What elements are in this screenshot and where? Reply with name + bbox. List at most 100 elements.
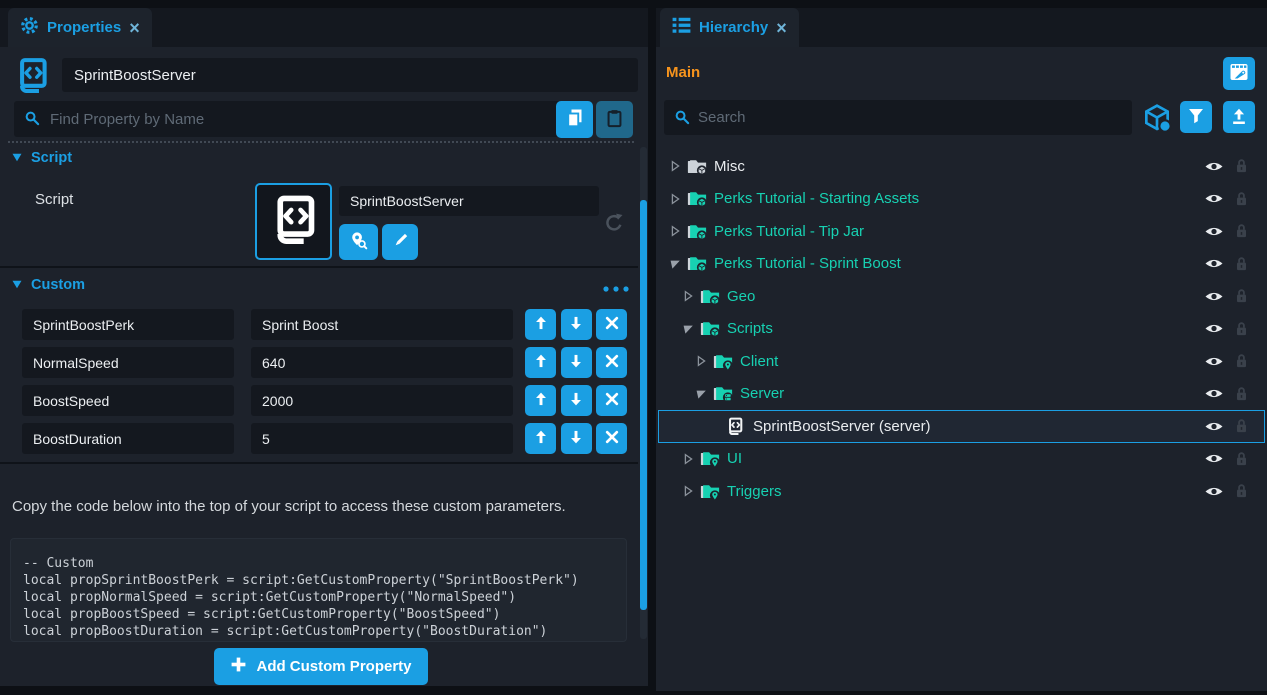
property-value-field[interactable]	[251, 309, 513, 340]
lock-icon[interactable]	[1232, 223, 1250, 239]
expand-arrow-icon[interactable]	[669, 225, 684, 237]
section-divider	[0, 462, 638, 464]
tree-row[interactable]: Perks Tutorial - Starting Assets	[658, 183, 1265, 216]
property-name-field[interactable]	[22, 423, 234, 454]
cube-icon[interactable]	[1142, 103, 1172, 138]
visibility-eye-icon[interactable]	[1204, 321, 1224, 336]
scrollbar-thumb[interactable]	[640, 200, 647, 610]
tree-row[interactable]: Client	[658, 345, 1265, 378]
lock-icon[interactable]	[1232, 158, 1250, 174]
visibility-eye-icon[interactable]	[1204, 386, 1224, 401]
move-up-button[interactable]	[525, 309, 556, 340]
visibility-eye-icon[interactable]	[1204, 451, 1224, 466]
move-up-button[interactable]	[525, 347, 556, 378]
lock-icon[interactable]	[1232, 483, 1250, 499]
tab-properties[interactable]: Properties ×	[8, 8, 152, 47]
expand-arrow-icon[interactable]	[682, 485, 697, 497]
close-icon[interactable]: ×	[129, 19, 140, 37]
script-thumbnail[interactable]	[255, 183, 332, 260]
script-field-label: Script	[35, 191, 73, 208]
tree-row[interactable]: Perks Tutorial - Sprint Boost	[658, 248, 1265, 281]
script-name-field[interactable]	[339, 186, 599, 216]
filter-button[interactable]	[1180, 101, 1212, 133]
edit-script-button[interactable]	[382, 224, 418, 260]
paste-properties-button[interactable]	[596, 101, 633, 138]
add-custom-property-button[interactable]: Add Custom Property	[214, 648, 428, 685]
delete-property-button[interactable]	[596, 309, 627, 340]
copy-properties-button[interactable]	[556, 101, 593, 138]
visibility-eye-icon[interactable]	[1204, 354, 1224, 369]
script-section-title: Script	[31, 150, 72, 166]
arrow-up-icon	[532, 428, 550, 449]
object-name-input[interactable]	[62, 58, 638, 92]
tree-row[interactable]: Triggers	[658, 475, 1265, 508]
property-name-field[interactable]	[22, 347, 234, 378]
tab-hierarchy[interactable]: Hierarchy ×	[660, 8, 799, 47]
hierarchy-search-input[interactable]	[664, 100, 1132, 135]
lock-icon[interactable]	[1232, 353, 1250, 369]
visibility-eye-icon[interactable]	[1204, 289, 1224, 304]
visibility-eye-icon[interactable]	[1204, 159, 1224, 174]
delete-property-button[interactable]	[596, 385, 627, 416]
scene-preview-button[interactable]	[1223, 57, 1255, 90]
folder-pin-icon	[700, 450, 720, 467]
tree-row[interactable]: UI	[658, 443, 1265, 476]
expand-arrow-icon[interactable]	[682, 290, 697, 302]
tree-row[interactable]: Scripts	[658, 313, 1265, 346]
tree-item-label: Geo	[727, 288, 755, 305]
move-down-button[interactable]	[561, 385, 592, 416]
close-icon[interactable]: ×	[776, 19, 787, 37]
visibility-eye-icon[interactable]	[1204, 256, 1224, 271]
scrollbar-track[interactable]	[640, 147, 647, 639]
property-name-field[interactable]	[22, 309, 234, 340]
property-value-field[interactable]	[251, 347, 513, 378]
lock-icon[interactable]	[1232, 451, 1250, 467]
lock-icon[interactable]	[1232, 288, 1250, 304]
visibility-eye-icon[interactable]	[1204, 484, 1224, 499]
tree-row[interactable]: Misc	[658, 150, 1265, 183]
move-to-top-button[interactable]	[1223, 101, 1255, 133]
more-options-icon[interactable]	[602, 280, 630, 298]
tree-row[interactable]: Server	[658, 378, 1265, 411]
lock-icon[interactable]	[1232, 191, 1250, 207]
property-name-field[interactable]	[22, 385, 234, 416]
expand-arrow-icon[interactable]	[669, 193, 684, 205]
tree-row[interactable]: Geo	[658, 280, 1265, 313]
lock-icon[interactable]	[1232, 418, 1250, 434]
tree-row[interactable]: Perks Tutorial - Tip Jar	[658, 215, 1265, 248]
hierarchy-tabbar: Hierarchy ×	[656, 8, 1267, 47]
delete-property-button[interactable]	[596, 423, 627, 454]
delete-property-button[interactable]	[596, 347, 627, 378]
visibility-eye-icon[interactable]	[1204, 419, 1224, 434]
pencil-icon	[392, 232, 409, 252]
move-up-button[interactable]	[525, 385, 556, 416]
folder-cube-icon	[700, 320, 720, 337]
find-property-input[interactable]	[14, 101, 560, 137]
tree-row[interactable]: SprintBoostServer (server)	[658, 410, 1265, 443]
pin-search-icon	[349, 231, 368, 253]
expand-arrow-icon[interactable]	[695, 388, 710, 400]
move-down-button[interactable]	[561, 423, 592, 454]
property-value-field[interactable]	[251, 423, 513, 454]
expand-arrow-icon[interactable]	[669, 160, 684, 172]
lock-icon[interactable]	[1232, 386, 1250, 402]
properties-tabbar: Properties ×	[0, 8, 648, 47]
property-value-field[interactable]	[251, 385, 513, 416]
expand-arrow-icon[interactable]	[682, 323, 697, 335]
expand-arrow-icon[interactable]	[669, 258, 684, 270]
lock-icon[interactable]	[1232, 321, 1250, 337]
move-down-button[interactable]	[561, 309, 592, 340]
visibility-eye-icon[interactable]	[1204, 224, 1224, 239]
expand-arrow-icon[interactable]	[682, 453, 697, 465]
find-script-in-scene-button[interactable]	[339, 224, 378, 260]
script-section-header[interactable]: Script	[12, 150, 72, 166]
lock-icon[interactable]	[1232, 256, 1250, 272]
code-block[interactable]: -- Custom local propSprintBoostPerk = sc…	[10, 538, 627, 642]
reset-icon[interactable]	[603, 212, 625, 239]
visibility-eye-icon[interactable]	[1204, 191, 1224, 206]
expand-arrow-icon[interactable]	[695, 355, 710, 367]
move-up-button[interactable]	[525, 423, 556, 454]
custom-section-header[interactable]: Custom	[12, 277, 85, 293]
folder-cube-icon	[687, 223, 707, 240]
move-down-button[interactable]	[561, 347, 592, 378]
